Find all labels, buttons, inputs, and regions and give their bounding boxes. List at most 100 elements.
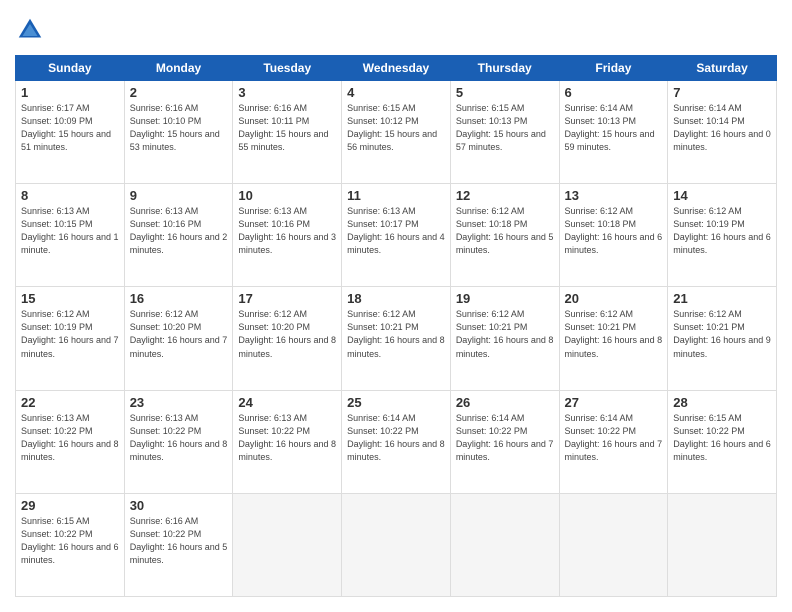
day-number: 21	[673, 291, 771, 306]
calendar-cell	[668, 493, 777, 596]
day-number: 6	[565, 85, 663, 100]
calendar-cell: 26 Sunrise: 6:14 AM Sunset: 10:22 PM Day…	[450, 390, 559, 493]
calendar-cell: 27 Sunrise: 6:14 AM Sunset: 10:22 PM Day…	[559, 390, 668, 493]
calendar-header-tuesday: Tuesday	[233, 56, 342, 81]
calendar-header-wednesday: Wednesday	[342, 56, 451, 81]
day-number: 20	[565, 291, 663, 306]
day-number: 1	[21, 85, 119, 100]
day-number: 27	[565, 395, 663, 410]
day-info: Sunrise: 6:12 AM Sunset: 10:21 PM Daylig…	[565, 308, 663, 360]
day-info: Sunrise: 6:12 AM Sunset: 10:19 PM Daylig…	[673, 205, 771, 257]
day-info: Sunrise: 6:12 AM Sunset: 10:21 PM Daylig…	[347, 308, 445, 360]
day-info: Sunrise: 6:13 AM Sunset: 10:22 PM Daylig…	[238, 412, 336, 464]
calendar-week-row: 1 Sunrise: 6:17 AM Sunset: 10:09 PM Dayl…	[16, 81, 777, 184]
day-info: Sunrise: 6:13 AM Sunset: 10:17 PM Daylig…	[347, 205, 445, 257]
calendar-header-sunday: Sunday	[16, 56, 125, 81]
calendar-week-row: 22 Sunrise: 6:13 AM Sunset: 10:22 PM Day…	[16, 390, 777, 493]
day-info: Sunrise: 6:15 AM Sunset: 10:22 PM Daylig…	[673, 412, 771, 464]
header	[15, 15, 777, 45]
day-number: 30	[130, 498, 228, 513]
day-number: 13	[565, 188, 663, 203]
calendar-cell: 3 Sunrise: 6:16 AM Sunset: 10:11 PM Dayl…	[233, 81, 342, 184]
day-number: 10	[238, 188, 336, 203]
day-info: Sunrise: 6:13 AM Sunset: 10:22 PM Daylig…	[130, 412, 228, 464]
day-info: Sunrise: 6:14 AM Sunset: 10:22 PM Daylig…	[347, 412, 445, 464]
day-number: 11	[347, 188, 445, 203]
day-number: 28	[673, 395, 771, 410]
day-number: 8	[21, 188, 119, 203]
calendar-header-saturday: Saturday	[668, 56, 777, 81]
day-number: 18	[347, 291, 445, 306]
day-info: Sunrise: 6:13 AM Sunset: 10:15 PM Daylig…	[21, 205, 119, 257]
calendar-cell: 24 Sunrise: 6:13 AM Sunset: 10:22 PM Day…	[233, 390, 342, 493]
calendar-cell: 2 Sunrise: 6:16 AM Sunset: 10:10 PM Dayl…	[124, 81, 233, 184]
logo-icon	[15, 15, 45, 45]
day-info: Sunrise: 6:12 AM Sunset: 10:18 PM Daylig…	[565, 205, 663, 257]
calendar-header-thursday: Thursday	[450, 56, 559, 81]
calendar-cell: 14 Sunrise: 6:12 AM Sunset: 10:19 PM Day…	[668, 184, 777, 287]
calendar-cell	[450, 493, 559, 596]
calendar-header-monday: Monday	[124, 56, 233, 81]
calendar-cell	[233, 493, 342, 596]
calendar-cell: 6 Sunrise: 6:14 AM Sunset: 10:13 PM Dayl…	[559, 81, 668, 184]
day-info: Sunrise: 6:12 AM Sunset: 10:20 PM Daylig…	[238, 308, 336, 360]
calendar-cell: 23 Sunrise: 6:13 AM Sunset: 10:22 PM Day…	[124, 390, 233, 493]
day-number: 26	[456, 395, 554, 410]
calendar-cell: 8 Sunrise: 6:13 AM Sunset: 10:15 PM Dayl…	[16, 184, 125, 287]
day-number: 5	[456, 85, 554, 100]
day-number: 2	[130, 85, 228, 100]
calendar-cell: 9 Sunrise: 6:13 AM Sunset: 10:16 PM Dayl…	[124, 184, 233, 287]
calendar-cell: 19 Sunrise: 6:12 AM Sunset: 10:21 PM Day…	[450, 287, 559, 390]
day-info: Sunrise: 6:14 AM Sunset: 10:13 PM Daylig…	[565, 102, 663, 154]
day-info: Sunrise: 6:13 AM Sunset: 10:16 PM Daylig…	[130, 205, 228, 257]
calendar-cell: 17 Sunrise: 6:12 AM Sunset: 10:20 PM Day…	[233, 287, 342, 390]
day-info: Sunrise: 6:14 AM Sunset: 10:22 PM Daylig…	[565, 412, 663, 464]
calendar-cell: 5 Sunrise: 6:15 AM Sunset: 10:13 PM Dayl…	[450, 81, 559, 184]
day-info: Sunrise: 6:12 AM Sunset: 10:18 PM Daylig…	[456, 205, 554, 257]
day-info: Sunrise: 6:15 AM Sunset: 10:12 PM Daylig…	[347, 102, 445, 154]
day-number: 7	[673, 85, 771, 100]
day-number: 17	[238, 291, 336, 306]
day-number: 12	[456, 188, 554, 203]
day-info: Sunrise: 6:15 AM Sunset: 10:13 PM Daylig…	[456, 102, 554, 154]
calendar-week-row: 29 Sunrise: 6:15 AM Sunset: 10:22 PM Day…	[16, 493, 777, 596]
logo	[15, 15, 49, 45]
day-info: Sunrise: 6:13 AM Sunset: 10:22 PM Daylig…	[21, 412, 119, 464]
calendar-cell: 4 Sunrise: 6:15 AM Sunset: 10:12 PM Dayl…	[342, 81, 451, 184]
calendar-cell: 28 Sunrise: 6:15 AM Sunset: 10:22 PM Day…	[668, 390, 777, 493]
day-number: 4	[347, 85, 445, 100]
day-info: Sunrise: 6:14 AM Sunset: 10:22 PM Daylig…	[456, 412, 554, 464]
calendar-cell: 30 Sunrise: 6:16 AM Sunset: 10:22 PM Day…	[124, 493, 233, 596]
calendar-cell: 16 Sunrise: 6:12 AM Sunset: 10:20 PM Day…	[124, 287, 233, 390]
day-number: 24	[238, 395, 336, 410]
day-number: 15	[21, 291, 119, 306]
day-info: Sunrise: 6:12 AM Sunset: 10:20 PM Daylig…	[130, 308, 228, 360]
calendar-cell: 18 Sunrise: 6:12 AM Sunset: 10:21 PM Day…	[342, 287, 451, 390]
calendar-week-row: 8 Sunrise: 6:13 AM Sunset: 10:15 PM Dayl…	[16, 184, 777, 287]
day-info: Sunrise: 6:14 AM Sunset: 10:14 PM Daylig…	[673, 102, 771, 154]
calendar-cell: 29 Sunrise: 6:15 AM Sunset: 10:22 PM Day…	[16, 493, 125, 596]
calendar-header-row: SundayMondayTuesdayWednesdayThursdayFrid…	[16, 56, 777, 81]
calendar-cell: 15 Sunrise: 6:12 AM Sunset: 10:19 PM Day…	[16, 287, 125, 390]
day-info: Sunrise: 6:13 AM Sunset: 10:16 PM Daylig…	[238, 205, 336, 257]
calendar-cell	[559, 493, 668, 596]
calendar-cell: 7 Sunrise: 6:14 AM Sunset: 10:14 PM Dayl…	[668, 81, 777, 184]
day-number: 3	[238, 85, 336, 100]
day-number: 9	[130, 188, 228, 203]
day-info: Sunrise: 6:16 AM Sunset: 10:22 PM Daylig…	[130, 515, 228, 567]
day-info: Sunrise: 6:16 AM Sunset: 10:10 PM Daylig…	[130, 102, 228, 154]
day-info: Sunrise: 6:12 AM Sunset: 10:21 PM Daylig…	[673, 308, 771, 360]
day-number: 29	[21, 498, 119, 513]
day-number: 25	[347, 395, 445, 410]
page: SundayMondayTuesdayWednesdayThursdayFrid…	[0, 0, 792, 612]
day-number: 16	[130, 291, 228, 306]
calendar-cell: 22 Sunrise: 6:13 AM Sunset: 10:22 PM Day…	[16, 390, 125, 493]
calendar-cell: 20 Sunrise: 6:12 AM Sunset: 10:21 PM Day…	[559, 287, 668, 390]
calendar-cell: 25 Sunrise: 6:14 AM Sunset: 10:22 PM Day…	[342, 390, 451, 493]
day-number: 14	[673, 188, 771, 203]
day-number: 23	[130, 395, 228, 410]
day-number: 19	[456, 291, 554, 306]
calendar-cell: 13 Sunrise: 6:12 AM Sunset: 10:18 PM Day…	[559, 184, 668, 287]
calendar-cell: 1 Sunrise: 6:17 AM Sunset: 10:09 PM Dayl…	[16, 81, 125, 184]
calendar-cell: 21 Sunrise: 6:12 AM Sunset: 10:21 PM Day…	[668, 287, 777, 390]
